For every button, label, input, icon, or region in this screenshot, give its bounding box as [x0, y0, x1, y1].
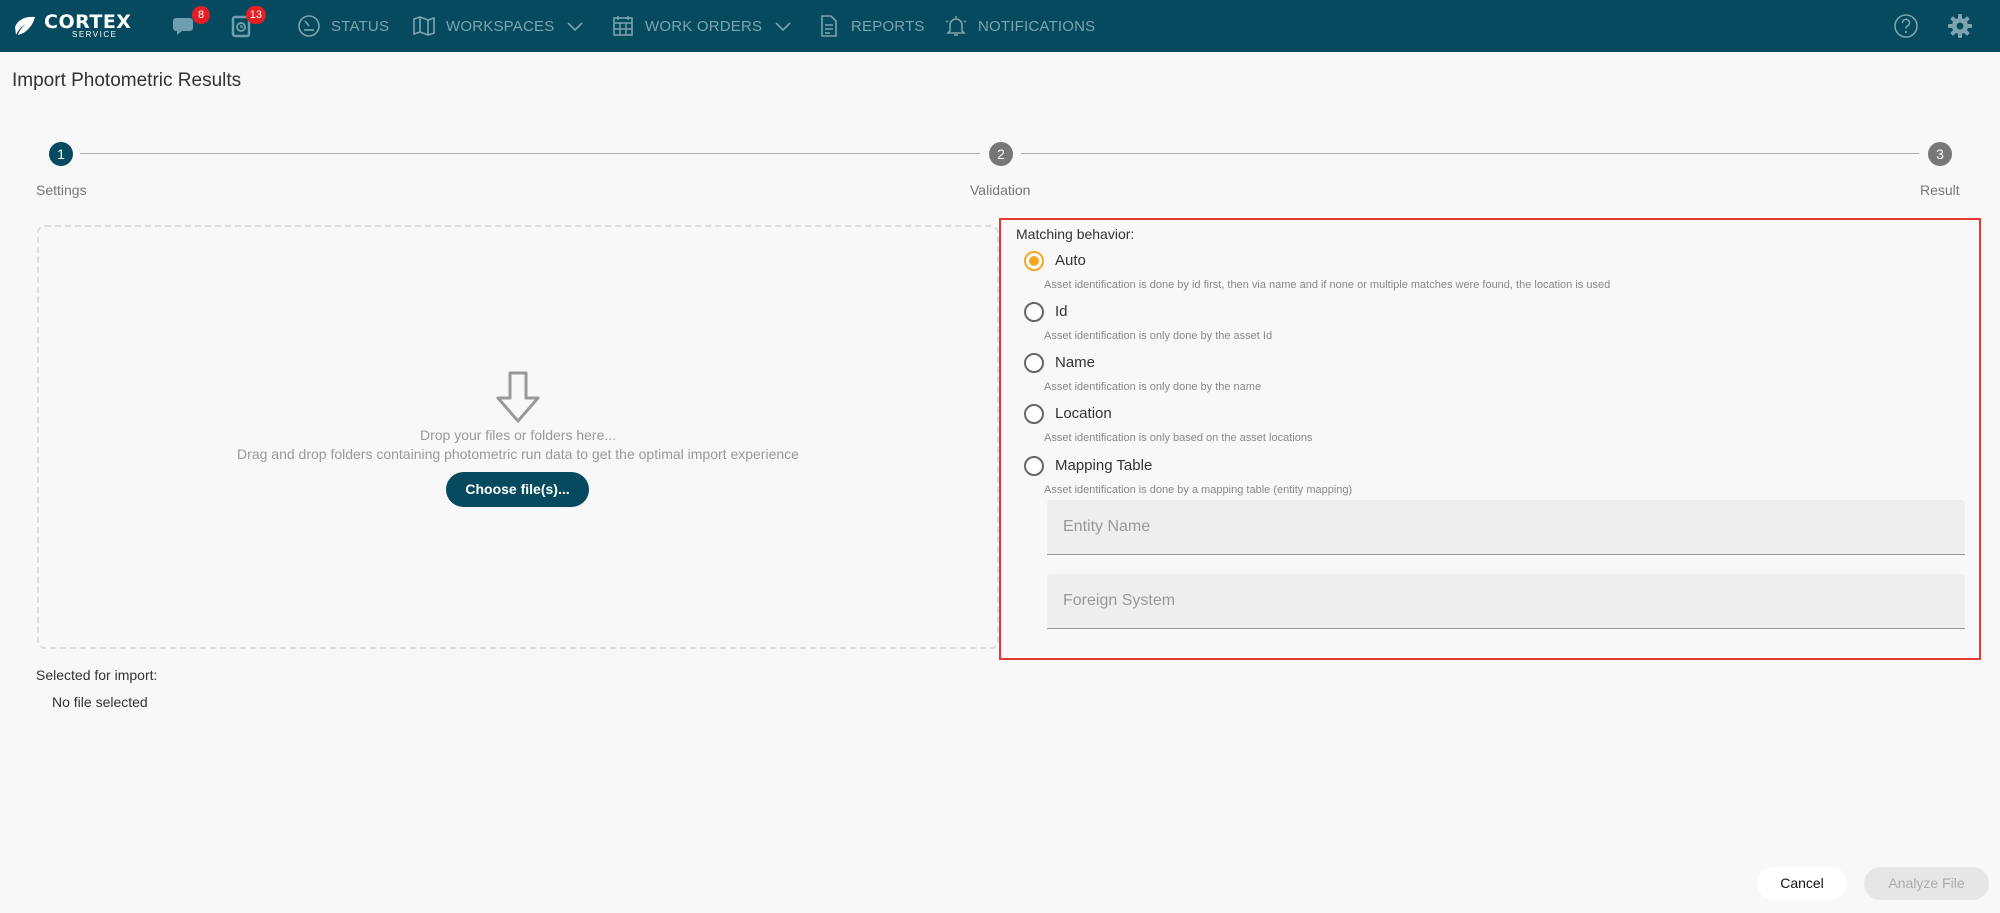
chat-badge: 8: [192, 6, 210, 24]
radio-auto[interactable]: [1024, 251, 1044, 271]
map-icon: [413, 16, 435, 36]
drop-instruction: Drop your files or folders here...: [419, 427, 617, 443]
help-icon: [1894, 14, 1918, 38]
radio-id-label[interactable]: Id: [1055, 303, 1068, 320]
gauge-icon: [298, 15, 320, 37]
step-1-label: Settings: [36, 182, 87, 198]
nav-reports[interactable]: REPORTS: [817, 0, 925, 52]
cortex-logo[interactable]: CORTEX SERVICE: [12, 10, 131, 42]
chevron-down-icon: [775, 22, 791, 32]
radio-auto-desc: Asset identification is done by id first…: [1044, 279, 1611, 291]
step-3-label: Result: [1920, 182, 1960, 198]
chevron-down-icon: [567, 22, 583, 32]
drop-hint: Drag and drop folders containing photome…: [237, 446, 799, 462]
cancel-button[interactable]: Cancel: [1757, 867, 1847, 900]
radio-name[interactable]: [1024, 353, 1044, 373]
radio-mapping-table-label[interactable]: Mapping Table: [1055, 457, 1152, 474]
radio-mapping-table[interactable]: [1024, 456, 1044, 476]
analyze-file-button[interactable]: Analyze File: [1864, 867, 1989, 900]
step-3-indicator: 3: [1928, 142, 1952, 166]
tasks-badge: 13: [245, 6, 266, 24]
radio-id[interactable]: [1024, 302, 1044, 322]
document-icon: [821, 15, 837, 37]
foreign-system-input[interactable]: [1047, 574, 1965, 628]
nav-work-orders[interactable]: WORK ORDERS: [611, 0, 792, 52]
tasks-button[interactable]: 13: [228, 6, 266, 40]
radio-id-desc: Asset identification is only done by the…: [1044, 330, 1273, 342]
stepper-connector: [80, 153, 980, 154]
step-1-indicator: 1: [49, 142, 73, 166]
radio-location-label[interactable]: Location: [1055, 405, 1112, 422]
radio-auto-label[interactable]: Auto: [1055, 252, 1086, 269]
calendar-icon: [613, 16, 633, 36]
nav-status[interactable]: STATUS: [297, 0, 389, 52]
selected-file-value: No file selected: [52, 694, 148, 710]
radio-location[interactable]: [1024, 404, 1044, 424]
nav-workspaces-label: WORKSPACES: [446, 17, 555, 35]
selected-for-import-label: Selected for import:: [36, 667, 158, 683]
page-title: Import Photometric Results: [12, 70, 242, 91]
cortex-leaf-icon: [15, 16, 35, 35]
nav-notifications-label: NOTIFICATIONS: [978, 17, 1096, 35]
nav-notifications[interactable]: NOTIFICATIONS: [944, 0, 1095, 52]
chat-button[interactable]: 8: [172, 6, 210, 40]
radio-location-desc: Asset identification is only based on th…: [1044, 432, 1313, 444]
nav-work-orders-label: WORK ORDERS: [645, 17, 763, 35]
choose-files-button[interactable]: Choose file(s)...: [446, 472, 589, 507]
radio-mapping-table-desc: Asset identification is done by a mappin…: [1044, 484, 1353, 496]
step-2-label: Validation: [970, 182, 1031, 198]
help-button[interactable]: [1893, 13, 1919, 39]
stepper-connector: [1021, 153, 1919, 154]
entity-name-field[interactable]: [1047, 500, 1965, 555]
radio-name-label[interactable]: Name: [1055, 354, 1095, 371]
settings-button[interactable]: [1947, 13, 1973, 39]
bell-icon: [945, 16, 967, 36]
step-2-indicator: 2: [989, 142, 1013, 166]
foreign-system-field[interactable]: [1047, 574, 1965, 629]
nav-reports-label: REPORTS: [851, 17, 925, 35]
nav-status-label: STATUS: [331, 17, 390, 35]
matching-behavior-title: Matching behavior:: [1016, 226, 1135, 242]
radio-name-desc: Asset identification is only done by the…: [1044, 381, 1262, 393]
entity-name-input[interactable]: [1047, 500, 1965, 554]
top-nav-bar: CORTEX SERVICE 8 13 STATUS WORKSPACES WO…: [0, 0, 2000, 52]
arrow-down-icon: [496, 371, 540, 423]
gear-icon: [1948, 14, 1972, 38]
nav-workspaces[interactable]: WORKSPACES: [412, 0, 584, 52]
